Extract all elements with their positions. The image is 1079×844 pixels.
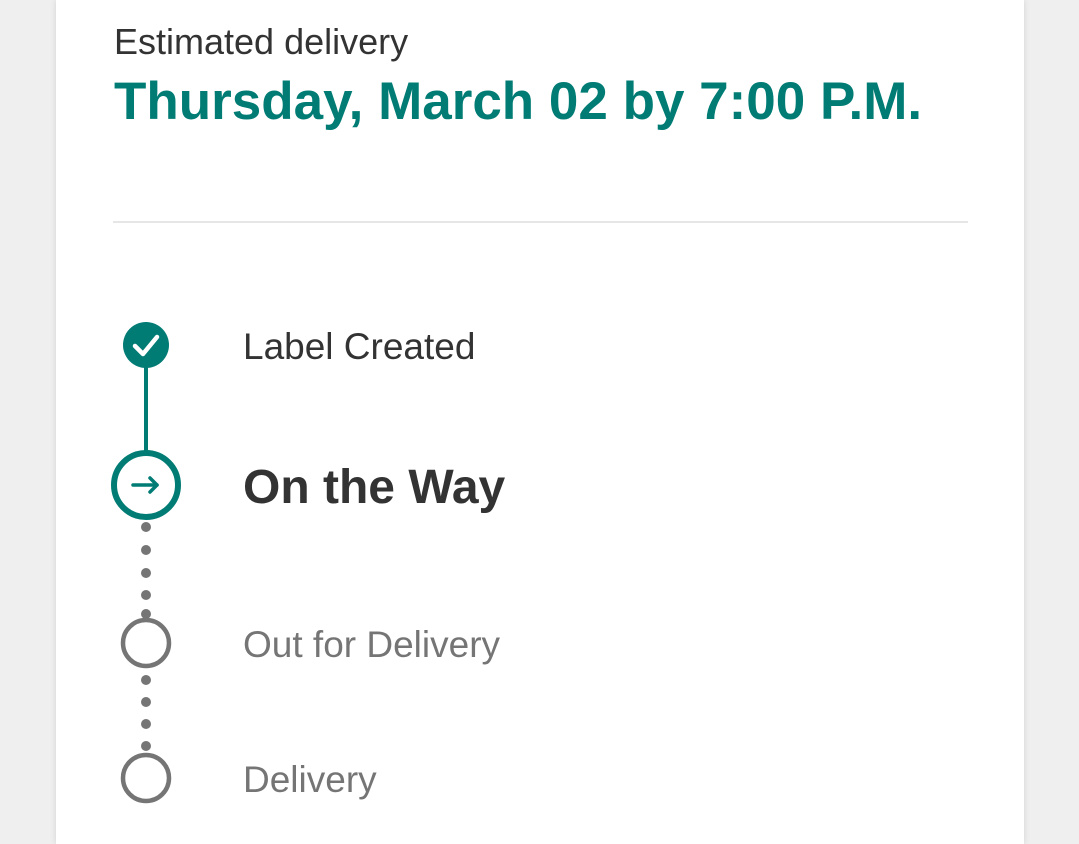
tracking-timeline <box>111 322 181 804</box>
step-label-created: Label Created <box>243 326 476 367</box>
step-out-for-delivery: Out for Delivery <box>243 624 501 665</box>
step-on-the-way: On the Way <box>243 461 506 514</box>
empty-circle-icon <box>120 617 172 669</box>
timeline-connector-dotted-1 <box>141 522 151 619</box>
check-icon <box>123 322 169 368</box>
empty-circle-icon <box>120 752 172 804</box>
timeline-connector-dotted-2 <box>141 675 151 751</box>
step-delivery: Delivery <box>243 759 377 800</box>
arrow-right-icon <box>111 450 181 520</box>
